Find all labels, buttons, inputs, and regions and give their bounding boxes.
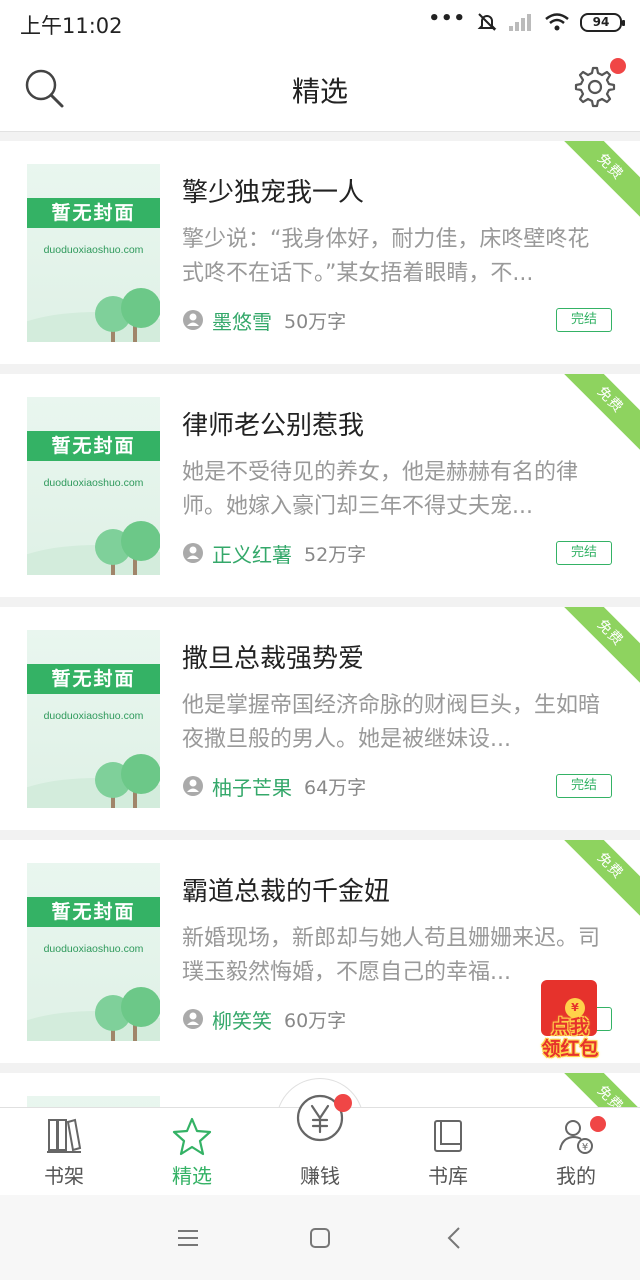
book-title[interactable]: 撒旦总裁强势爱: [182, 638, 364, 675]
tab-label: 书架: [44, 1164, 84, 1188]
tree-graphic: [121, 987, 160, 1027]
book-meta: 柳笑笑 60万字: [182, 1004, 346, 1034]
menu-icon[interactable]: [173, 1223, 203, 1253]
book-meta: 墨悠雪 50万字: [182, 305, 346, 335]
tree-graphic: [121, 521, 160, 561]
red-packet-button[interactable]: ¥ 点我 领红包: [535, 980, 605, 1064]
book-cover: 暂无封面 duoduoxiaoshuo.com: [27, 863, 160, 1041]
home-icon[interactable]: [305, 1223, 335, 1253]
book-word-count: 52万字: [304, 543, 367, 566]
page-title: 精选: [291, 75, 348, 108]
book-author[interactable]: 柚子芒果: [212, 772, 292, 801]
red-packet-line2: 领红包: [541, 1038, 599, 1060]
book-title[interactable]: 擎少独宠我一人: [182, 172, 364, 209]
book-description: 他是掌握帝国经济命脉的财阀巨头，生如暗夜撒旦般的男人。她是被继妹设...: [182, 693, 601, 752]
free-badge: 免费: [557, 374, 640, 453]
book-cover: 暂无封面 duoduoxiaoshuo.com: [27, 164, 160, 342]
book-title[interactable]: 律师老公别惹我: [182, 405, 364, 442]
free-badge: 免费: [557, 840, 640, 919]
cover-placeholder-text: 暂无封面: [27, 431, 160, 461]
star-icon: [172, 1117, 212, 1156]
book-cover: 暂无封面 duoduoxiaoshuo.com: [27, 630, 160, 808]
author-icon: [183, 543, 203, 563]
status-badge: 完结: [556, 308, 612, 332]
cover-url-text: duoduoxiaoshuo.com: [43, 244, 144, 256]
book-word-count: 50万字: [284, 310, 347, 333]
tab-earn[interactable]: 赚钱: [256, 1094, 384, 1196]
book-author[interactable]: 正义红薯: [212, 539, 292, 568]
cover-placeholder-text: 暂无封面: [27, 897, 160, 927]
book-card[interactable]: 暂无封面 duoduoxiaoshuo.com 律师老公别惹我 她是不受待见的养…: [0, 374, 640, 597]
book-author[interactable]: 墨悠雪: [212, 306, 272, 335]
book-author[interactable]: 柳笑笑: [212, 1005, 272, 1034]
status-badge: 完结: [556, 774, 612, 798]
author-icon: [183, 776, 203, 796]
red-packet-line1: 点我: [550, 1016, 589, 1038]
svg-text:¥: ¥: [582, 1142, 588, 1153]
cover-url-text: duoduoxiaoshuo.com: [43, 710, 144, 722]
signal-icon: [509, 14, 531, 31]
book-cover: 暂无封面 duoduoxiaoshuo.com: [27, 397, 160, 575]
cover-url-text: duoduoxiaoshuo.com: [43, 477, 144, 489]
system-nav-bar: [0, 1195, 640, 1280]
yen-coin-icon: ¥: [565, 998, 585, 1018]
back-icon[interactable]: [440, 1223, 470, 1253]
red-packet-label: 点我 领红包: [535, 1016, 605, 1060]
status-time: 上午11:02: [20, 14, 123, 38]
book-word-count: 64万字: [304, 776, 367, 799]
bookshelf-icon: [47, 1118, 82, 1153]
book-word-count: 60万字: [284, 1009, 347, 1032]
cover-placeholder-text: 暂无封面: [27, 198, 160, 228]
tab-library[interactable]: 书库: [384, 1108, 512, 1196]
tab-label: 精选: [172, 1164, 212, 1188]
wifi-icon: [545, 13, 569, 31]
battery-indicator: 94: [580, 12, 625, 32]
mute-bell-icon: [477, 13, 497, 31]
book-meta: 柚子芒果 64万字: [182, 771, 366, 801]
book-description: 擎少说：“我身体好，耐力佳，床咚壁咚花式咚不在话下。”某女捂着眼睛，不...: [182, 227, 590, 286]
tree-graphic: [121, 754, 160, 794]
tab-profile[interactable]: ¥ 我的: [512, 1108, 640, 1196]
more-dots: •••: [428, 7, 466, 29]
status-icons: ••• 94: [428, 7, 625, 36]
tab-featured[interactable]: 精选: [128, 1108, 256, 1196]
cover-placeholder-text: 暂无封面: [27, 664, 160, 694]
profile-notification-dot: [590, 1116, 606, 1132]
settings-notification-dot: [610, 58, 626, 74]
book-meta: 正义红薯 52万字: [182, 538, 366, 568]
author-icon: [183, 1009, 203, 1029]
book-title[interactable]: 霸道总裁的千金妞: [182, 871, 390, 908]
book-card[interactable]: 暂无封面 duoduoxiaoshuo.com 撒旦总裁强势爱 他是掌握帝国经济…: [0, 607, 640, 830]
free-badge: 免费: [557, 607, 640, 686]
cover-url-text: duoduoxiaoshuo.com: [43, 943, 144, 955]
header-bar: 精选: [0, 46, 640, 132]
book-card[interactable]: 暂无封面 duoduoxiaoshuo.com 擎少独宠我一人 擎少说：“我身体…: [0, 141, 640, 364]
tab-label: 赚钱: [300, 1164, 340, 1188]
tab-label: 书库: [428, 1164, 468, 1188]
tree-graphic: [121, 288, 160, 328]
bottom-tab-bar: 书架 精选 赚钱 书库 ¥ 我的: [0, 1094, 640, 1196]
status-bar: 上午11:02 ••• 94: [0, 0, 640, 46]
earn-notification-dot: [334, 1094, 352, 1112]
status-badge: 完结: [556, 541, 612, 565]
library-icon: [434, 1120, 462, 1152]
tab-label: 我的: [556, 1164, 596, 1188]
tab-bookshelf[interactable]: 书架: [0, 1108, 128, 1196]
free-badge: 免费: [557, 141, 640, 220]
author-icon: [183, 310, 203, 330]
book-description: 她是不受待见的养女，他是赫赫有名的律师。她嫁入豪门却三年不得丈夫宠...: [182, 460, 579, 519]
